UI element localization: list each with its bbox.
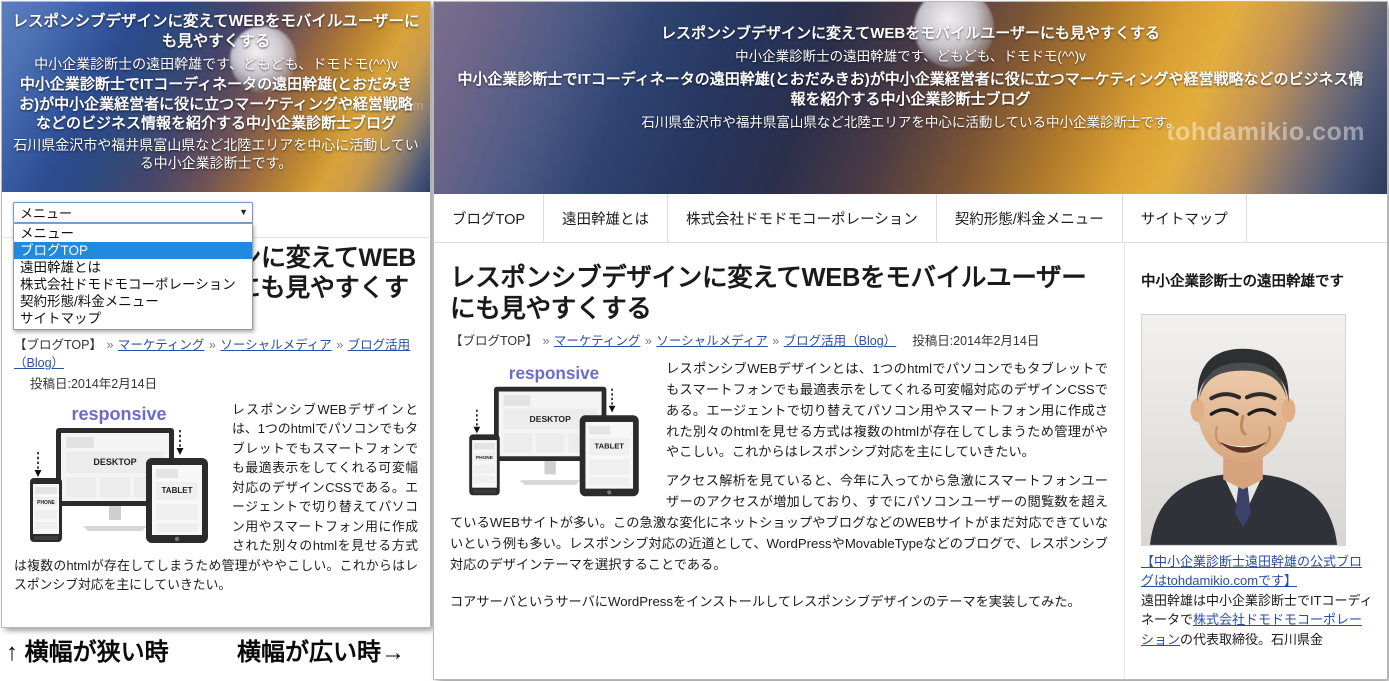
responsive-illustration: responsive DESKTOP TABLET PHONE	[14, 400, 224, 550]
sidebar-body-after: の代表取締役。石川県金	[1180, 631, 1324, 647]
article-paragraph-3: コアサーバというサーバにWordPressをインストールしてレスポンシブデザイン…	[450, 593, 1081, 609]
official-blog-link[interactable]: 【中小企業診断士遠田幹雄の公式ブログはtohdamikio.comです】	[1141, 554, 1362, 589]
wide-viewport-panel: tohdamikio.com レスポンシブデザインに変えてWEBをモバイルユーザ…	[434, 2, 1387, 679]
hero-footer: 石川県金沢市や福井県富山県など北陸エリアを中心に活動している中小企業診断士です。	[13, 136, 419, 172]
narrow-viewport-panel: tohdamikio.com レスポンシブデザインに変えてWEBをモバイルユーザ…	[2, 2, 430, 627]
page-title: レスポンシブデザインに変えてWEBをモバイルユーザーにも見やすくする	[450, 264, 1087, 324]
menu-select-dropdown[interactable]: メニュー ブログTOP 遠田幹雄とは 株式会社ドモドモコーポレーション 契約形態…	[13, 223, 253, 330]
hero-title: レスポンシブデザインに変えてWEBをモバイルユーザーにも見やすくする	[661, 25, 1160, 42]
menu-select[interactable]: メニュー ▼	[13, 202, 253, 223]
menu-option[interactable]: ブログTOP	[14, 242, 252, 259]
menu-option[interactable]: 遠田幹雄とは	[14, 259, 252, 276]
breadcrumb-home[interactable]: 【ブログTOP】	[14, 338, 102, 352]
hero-subtitle: 中小企業診断士の遠田幹雄です、どもども、ドモドモ(^^)v	[735, 49, 1086, 65]
main-column: レスポンシブデザインに変えてWEBをモバイルユーザーにも見やすくする 【ブログT…	[434, 243, 1124, 679]
breadcrumb-item-marketing[interactable]: マーケティング	[554, 334, 641, 348]
menu-option[interactable]: 契約形態/料金メニュー	[14, 293, 252, 310]
hero-title: レスポンシブデザインに変えてWEBをモバイルユーザーにも見やすくする	[12, 13, 420, 51]
breadcrumb: 【ブログTOP】 » マーケティング » ソーシャルメディア » ブログ活用（B…	[14, 336, 418, 374]
caption-narrow-width: ↑ 横幅が狭い時	[6, 639, 169, 666]
caption-wide-width: 横幅が広い時→	[237, 639, 405, 666]
svg-text:DESKTOP: DESKTOP	[93, 457, 136, 467]
post-date: 投稿日:2014年2月14日	[30, 377, 158, 391]
svg-text:PHONE: PHONE	[37, 500, 55, 506]
profile-portrait	[1142, 314, 1345, 545]
menu-select-value: メニュー	[20, 206, 73, 221]
breadcrumb-row: 【ブログTOP】 » マーケティング » ソーシャルメディア » ブログ活用（B…	[450, 329, 1108, 351]
nav-item-pricing[interactable]: 契約形態/料金メニュー	[937, 194, 1123, 242]
breadcrumb-separator: »	[644, 334, 652, 349]
nav-item-blog-top[interactable]: ブログTOP	[434, 194, 545, 242]
svg-text:responsive: responsive	[509, 363, 599, 383]
responsive-devices-figure: responsive DESKTOP TABLET PHONE	[14, 400, 224, 550]
sidebar-body: 【中小企業診断士遠田幹雄の公式ブログはtohdamikio.comです】 遠田幹…	[1141, 552, 1373, 650]
svg-text:PHONE: PHONE	[476, 455, 493, 461]
breadcrumb-separator: »	[106, 337, 114, 352]
avatar	[1141, 313, 1346, 546]
hero-subtitle: 中小企業診断士の遠田幹雄です、どもども、ドモドモ(^^)v	[34, 56, 398, 73]
hero-description: 中小企業診断士でITコーディネータの遠田幹雄(とおだみきお)が中小企業経営者に役…	[457, 71, 1364, 109]
svg-text:TABLET: TABLET	[595, 442, 625, 451]
svg-text:DESKTOP: DESKTOP	[530, 414, 572, 424]
content-columns: レスポンシブデザインに変えてWEBをモバイルユーザーにも見やすくする 【ブログT…	[434, 243, 1387, 679]
breadcrumb-separator: »	[336, 337, 344, 352]
breadcrumb-item-social[interactable]: ソーシャルメディア	[220, 338, 331, 352]
main-navigation: ブログTOP 遠田幹雄とは 株式会社ドモドモコーポレーション 契約形態/料金メニ…	[434, 194, 1387, 243]
hero-footer: 石川県金沢市や福井県富山県など北陸エリアを中心に活動している中小企業診断士です。	[641, 115, 1180, 131]
chevron-down-icon: ▼	[239, 207, 248, 217]
responsive-devices-figure: responsive DESKTOP TABLET PHONE	[454, 358, 654, 504]
site-hero-wide: tohdamikio.com レスポンシブデザインに変えてWEBをモバイルユーザ…	[434, 2, 1387, 194]
breadcrumb-item-social[interactable]: ソーシャルメディア	[656, 334, 767, 348]
svg-text:responsive: responsive	[71, 404, 166, 424]
nav-item-company[interactable]: 株式会社ドモドモコーポレーション	[668, 194, 937, 242]
sidebar: 中小企業診断士の遠田幹雄です 【中小企業診断士遠田幹雄の公式ブログはtohdam…	[1124, 243, 1387, 679]
breadcrumb-separator: »	[542, 334, 550, 349]
menu-option[interactable]: 株式会社ドモドモコーポレーション	[14, 276, 252, 293]
hero-description: 中小企業診断士でITコーディネータの遠田幹雄(とおだみきお)が中小企業経営者に役…	[19, 76, 413, 133]
nav-item-sitemap[interactable]: サイトマップ	[1123, 194, 1247, 242]
svg-text:TABLET: TABLET	[162, 486, 193, 495]
menu-option[interactable]: メニュー	[14, 225, 252, 242]
responsive-illustration: responsive DESKTOP TABLET PHONE	[454, 360, 654, 503]
nav-item-about[interactable]: 遠田幹雄とは	[544, 194, 669, 242]
breadcrumb-home[interactable]: 【ブログTOP】	[450, 334, 538, 348]
breadcrumb-separator: »	[772, 334, 780, 349]
breadcrumb: 【ブログTOP】 » マーケティング » ソーシャルメディア » ブログ活用（B…	[450, 332, 896, 351]
breadcrumb-item-marketing[interactable]: マーケティング	[118, 338, 205, 352]
breadcrumb-separator: »	[208, 337, 216, 352]
menu-select-zone: メニュー ▼ メニュー ブログTOP 遠田幹雄とは 株式会社ドモドモコーポレーシ…	[2, 192, 430, 330]
menu-option[interactable]: サイトマップ	[14, 310, 252, 327]
post-date: 投稿日:2014年2月14日	[912, 334, 1040, 349]
sidebar-heading: 中小企業診断士の遠田幹雄です	[1141, 274, 1344, 290]
breadcrumb-item-blog[interactable]: ブログ活用（Blog）	[784, 334, 897, 348]
site-hero-narrow: tohdamikio.com レスポンシブデザインに変えてWEBをモバイルユーザ…	[2, 2, 430, 192]
